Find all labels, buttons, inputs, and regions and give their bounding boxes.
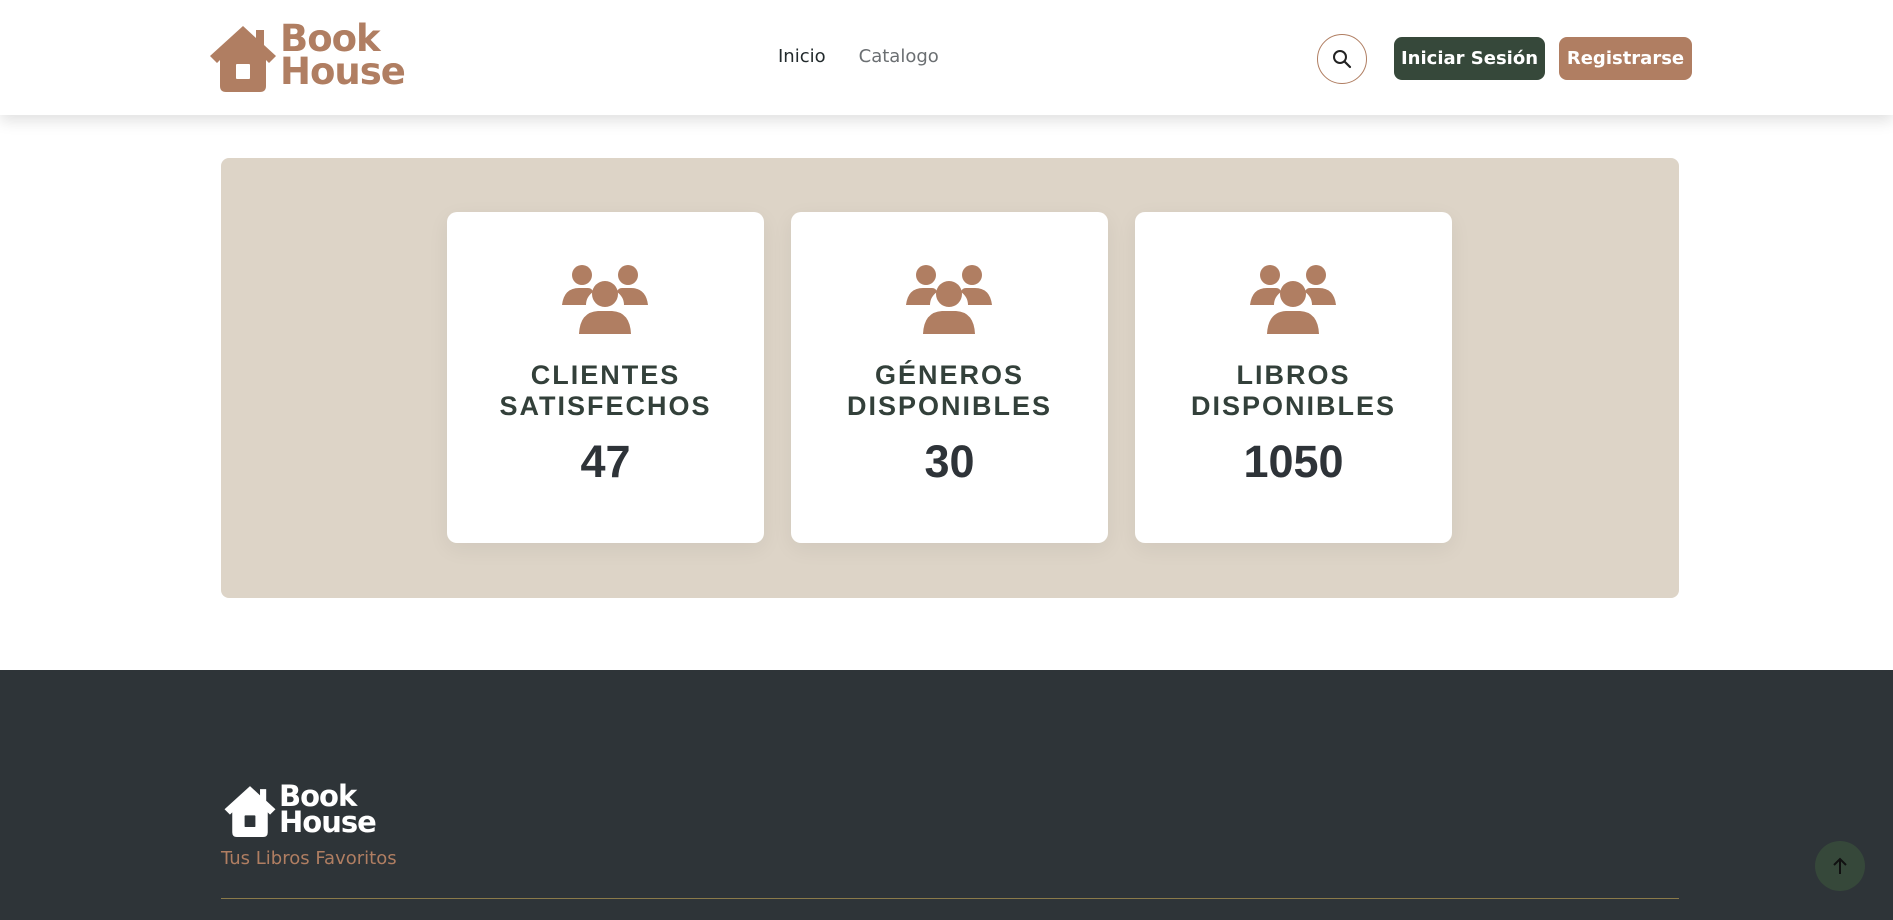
nav-item-inicio[interactable]: Inicio: [778, 46, 826, 67]
stats-section: CLIENTES SATISFECHOS 47 GÉNEROS DISPONIB…: [221, 158, 1679, 598]
stat-value: 1050: [1243, 436, 1344, 487]
footer-tagline: Tus Libros Favoritos: [221, 848, 397, 869]
footer-logo-wordmark: Book House: [279, 782, 377, 839]
login-button[interactable]: Iniciar Sesión: [1394, 37, 1545, 80]
site-header: Book House Inicio Catalogo Iniciar Sesió…: [0, 0, 1893, 115]
site-logo[interactable]: Book House: [206, 20, 406, 93]
nav-item-catalogo[interactable]: Catalogo: [859, 46, 939, 67]
stat-value: 30: [924, 436, 975, 487]
stat-label: CLIENTES SATISFECHOS: [499, 360, 712, 421]
footer-logo[interactable]: Book House: [221, 782, 377, 839]
users-icon: [1250, 265, 1336, 334]
logo-wordmark: Book House: [280, 20, 406, 93]
stat-value: 47: [580, 436, 631, 487]
search-button[interactable]: [1317, 34, 1367, 84]
stat-card-libros: LIBROS DISPONIBLES 1050: [1135, 212, 1452, 543]
stat-label: GÉNEROS DISPONIBLES: [846, 360, 1053, 421]
stat-card-generos: GÉNEROS DISPONIBLES 30: [791, 212, 1108, 543]
footer-logo-line-house: House: [279, 805, 377, 839]
scroll-to-top-button[interactable]: [1815, 841, 1865, 891]
register-button[interactable]: Registrarse: [1559, 37, 1692, 80]
house-icon: [224, 786, 276, 837]
main-nav: Inicio Catalogo: [778, 46, 939, 67]
footer-divider: [221, 898, 1679, 899]
search-icon: [1333, 50, 1352, 69]
arrow-up-icon: [1833, 857, 1847, 874]
users-icon: [562, 265, 648, 334]
stat-card-clientes: CLIENTES SATISFECHOS 47: [447, 212, 764, 543]
stat-label: LIBROS DISPONIBLES: [1190, 360, 1397, 421]
house-icon: [210, 26, 276, 92]
site-footer: Book House Tus Libros Favoritos: [0, 670, 1893, 920]
logo-line-house: House: [280, 50, 406, 93]
users-icon: [906, 265, 992, 334]
